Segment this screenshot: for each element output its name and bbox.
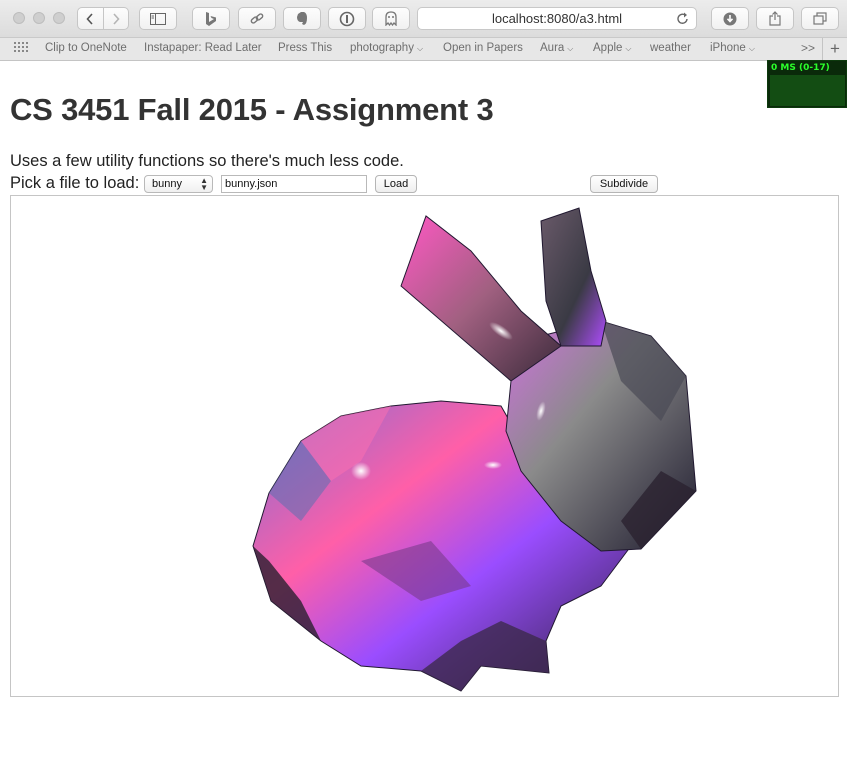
reload-button[interactable] bbox=[677, 12, 689, 28]
downloads-button[interactable] bbox=[711, 7, 749, 30]
ghostery-extension-button[interactable] bbox=[372, 7, 410, 30]
bookmarks-overflow-button[interactable]: >> bbox=[801, 41, 815, 55]
close-window-button[interactable] bbox=[13, 12, 25, 24]
browser-toolbar: localhost:8080/a3.html bbox=[0, 0, 847, 38]
stats-label: 0 MS (0-17) bbox=[771, 63, 830, 73]
bookmark-item[interactable]: weather bbox=[650, 42, 691, 54]
tab-overview-button[interactable] bbox=[801, 7, 839, 30]
link-icon bbox=[250, 12, 264, 24]
bookmark-item[interactable]: Open in Papers bbox=[443, 42, 523, 54]
link-extension-button[interactable] bbox=[238, 7, 276, 30]
bookmark-item[interactable]: Press This bbox=[278, 42, 332, 54]
page-description: Uses a few utility functions so there's … bbox=[10, 152, 404, 170]
minimize-window-button[interactable] bbox=[33, 12, 45, 24]
share-button[interactable] bbox=[756, 7, 794, 30]
chevron-down-icon: ⌵ bbox=[567, 44, 574, 53]
file-select-value: bunny bbox=[152, 178, 182, 190]
evernote-icon bbox=[297, 12, 307, 25]
file-name-input[interactable] bbox=[221, 175, 367, 193]
subdivide-button[interactable]: Subdivide bbox=[590, 175, 658, 193]
chevron-down-icon: ⌵ bbox=[416, 44, 424, 53]
webgl-canvas[interactable] bbox=[10, 195, 839, 697]
new-tab-button[interactable]: + bbox=[822, 38, 847, 60]
bing-icon bbox=[206, 11, 216, 26]
bunny-mesh-render bbox=[252, 207, 697, 692]
history-navigation bbox=[77, 7, 129, 30]
1password-icon bbox=[339, 11, 355, 26]
load-button[interactable]: Load bbox=[375, 175, 417, 193]
zoom-window-button[interactable] bbox=[53, 12, 65, 24]
chevron-down-icon: ⌵ bbox=[748, 44, 755, 53]
url-text: localhost:8080/a3.html bbox=[491, 11, 623, 26]
chevron-down-icon: ⌵ bbox=[625, 44, 632, 53]
sidebar-toggle-button[interactable] bbox=[139, 7, 177, 30]
bookmark-folder[interactable]: iPhone ⌵ bbox=[710, 42, 755, 54]
top-sites-button[interactable] bbox=[14, 42, 28, 55]
chevron-left-icon bbox=[86, 12, 93, 25]
grid-icon bbox=[14, 42, 28, 52]
fps-stats-panel[interactable]: 0 MS (0-17) bbox=[767, 60, 847, 108]
share-icon bbox=[769, 11, 781, 26]
file-picker-label: Pick a file to load: bbox=[10, 174, 140, 192]
evernote-extension-button[interactable] bbox=[283, 7, 321, 30]
bookmarks-bar: Clip to OneNote Instapaper: Read Later P… bbox=[0, 38, 847, 61]
bookmark-folder[interactable]: photography ⌵ bbox=[350, 42, 423, 54]
forward-button[interactable] bbox=[102, 8, 129, 29]
reload-icon bbox=[677, 12, 688, 24]
sidebar-icon bbox=[150, 12, 166, 25]
back-button[interactable] bbox=[78, 8, 103, 29]
bookmark-item[interactable]: Clip to OneNote bbox=[45, 42, 127, 54]
address-bar[interactable]: localhost:8080/a3.html bbox=[417, 7, 697, 30]
tabs-icon bbox=[813, 12, 827, 25]
bookmark-folder[interactable]: Apple ⌵ bbox=[593, 42, 632, 54]
1password-extension-button[interactable] bbox=[328, 7, 366, 30]
bookmark-folder[interactable]: Aura ⌵ bbox=[540, 42, 573, 54]
page-title: CS 3451 Fall 2015 - Assignment 3 bbox=[10, 92, 494, 127]
file-select[interactable]: bunny ▲ ▼ bbox=[144, 175, 213, 193]
stats-graph bbox=[770, 75, 845, 106]
chevron-right-icon bbox=[113, 12, 120, 25]
bookmark-item[interactable]: Instapaper: Read Later bbox=[144, 42, 262, 54]
select-arrows-icon: ▲ ▼ bbox=[200, 176, 208, 192]
ghost-icon bbox=[385, 11, 397, 26]
download-icon bbox=[723, 12, 737, 25]
bing-extension-button[interactable] bbox=[192, 7, 230, 30]
